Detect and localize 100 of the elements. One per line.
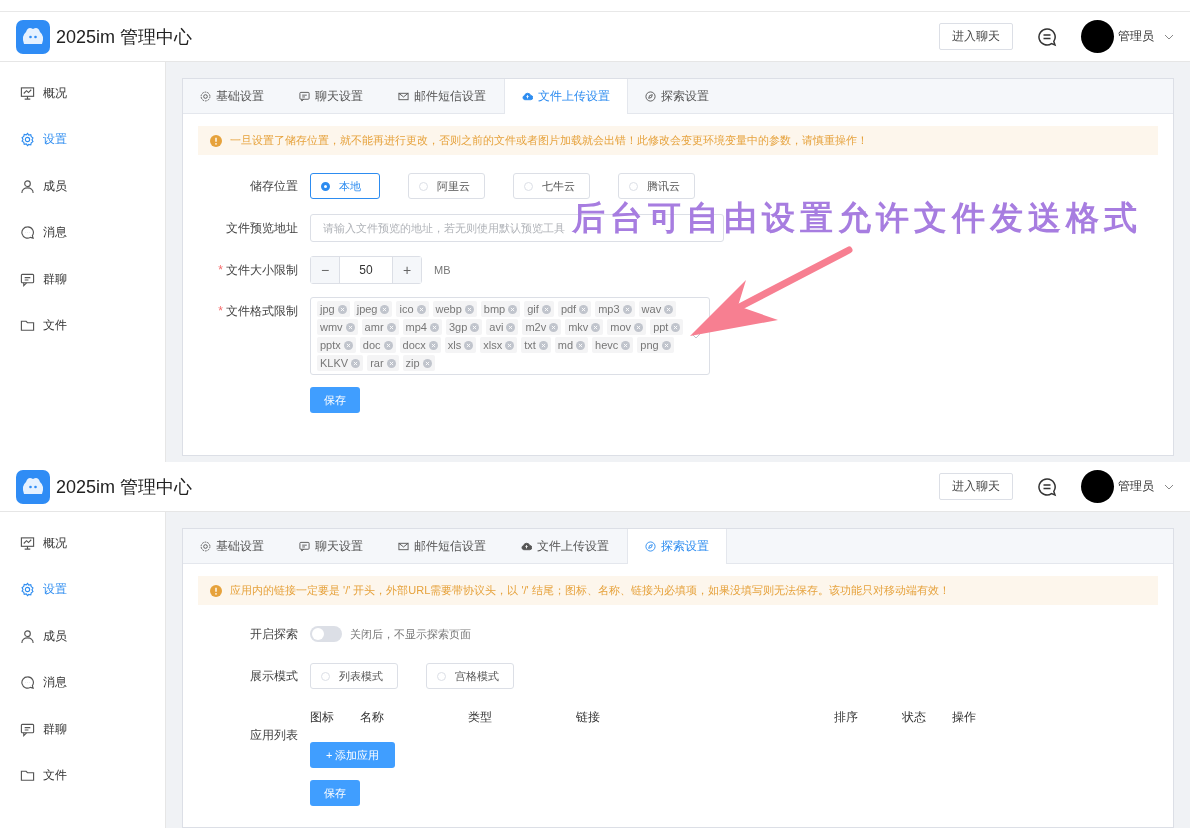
- minus-button[interactable]: −: [311, 257, 339, 283]
- format-tag: zip: [402, 355, 435, 371]
- radio-option[interactable]: 本地: [310, 173, 380, 199]
- close-icon[interactable]: [383, 340, 393, 350]
- close-icon[interactable]: [380, 304, 390, 314]
- close-icon[interactable]: [634, 322, 644, 332]
- format-tag: doc: [359, 337, 396, 353]
- sidebar-item[interactable]: 概况: [0, 78, 165, 108]
- format-tag: pdf: [557, 301, 592, 317]
- sidebar-item[interactable]: 概况: [0, 528, 165, 558]
- enter-chat-button[interactable]: 进入聊天: [939, 23, 1013, 50]
- close-icon[interactable]: [661, 340, 671, 350]
- settings-tab[interactable]: 邮件短信设置: [381, 529, 504, 563]
- column-header: 名称: [360, 709, 385, 726]
- close-icon[interactable]: [664, 304, 674, 314]
- close-icon[interactable]: [549, 322, 559, 332]
- radio-option[interactable]: 宫格模式: [426, 663, 514, 689]
- user-name[interactable]: 管理员: [1118, 28, 1154, 45]
- folder-icon: [20, 318, 35, 333]
- column-header: 链接: [576, 709, 601, 726]
- settings-tab[interactable]: 基础设置: [183, 529, 282, 563]
- close-icon[interactable]: [621, 340, 631, 350]
- speech-bubble-icon: [20, 675, 35, 690]
- sidebar-item[interactable]: 消息: [0, 217, 165, 248]
- avatar[interactable]: [1081, 20, 1114, 53]
- format-tag: mp3: [595, 301, 635, 317]
- format-tag: mkv: [565, 319, 604, 335]
- chat-icon[interactable]: [1037, 26, 1057, 47]
- close-icon[interactable]: [591, 322, 601, 332]
- close-icon[interactable]: [508, 304, 518, 314]
- settings-tab[interactable]: 探索设置: [627, 529, 727, 564]
- sidebar-item[interactable]: 设置: [0, 574, 165, 605]
- tag-select[interactable]: jpg jpeg ico webp bmp gif pdf mp3 wav wmv amr mp4 3gp avi m2v mkv mov ppt pptx doc docx xls xlsx txt md hevc png KLKV rar zip: [310, 297, 710, 375]
- toggle-switch[interactable]: [310, 626, 342, 642]
- close-icon[interactable]: [464, 304, 474, 314]
- sidebar-item[interactable]: 设置: [0, 124, 165, 155]
- format-tag: md: [554, 337, 589, 353]
- radio-option[interactable]: 腾讯云: [618, 173, 695, 199]
- settings-tab[interactable]: 聊天设置: [282, 79, 381, 113]
- settings-tab[interactable]: 文件上传设置: [504, 79, 628, 114]
- number-stepper[interactable]: − 50 +: [310, 256, 422, 284]
- user-name[interactable]: 管理员: [1118, 478, 1154, 495]
- radio-option[interactable]: 阿里云: [408, 173, 485, 199]
- enter-chat-button[interactable]: 进入聊天: [939, 473, 1013, 500]
- close-icon[interactable]: [622, 304, 632, 314]
- close-icon[interactable]: [343, 340, 353, 350]
- sidebar-item[interactable]: 消息: [0, 667, 165, 698]
- close-icon[interactable]: [386, 322, 396, 332]
- format-tag: docx: [399, 337, 441, 353]
- close-icon[interactable]: [541, 304, 551, 314]
- settings-tab[interactable]: 文件上传设置: [504, 529, 627, 563]
- sidebar-item[interactable]: 文件: [0, 760, 165, 791]
- close-icon[interactable]: [505, 340, 515, 350]
- app-title: 2025im 管理中心: [56, 25, 193, 49]
- sidebar-item[interactable]: 成员: [0, 171, 165, 201]
- gear-icon: [20, 132, 35, 147]
- close-icon[interactable]: [506, 322, 516, 332]
- warning-text: 应用内的链接一定要是 '/' 开头，外部URL需要带协议头，以 '/' 结尾；图标、名称、链接为必填项，如果没填写则无法保存。该功能只对移动端有效！: [230, 583, 950, 598]
- close-icon[interactable]: [428, 340, 438, 350]
- close-icon[interactable]: [345, 322, 355, 332]
- gear-icon: [20, 582, 35, 597]
- avatar[interactable]: [1081, 470, 1114, 503]
- person-icon: [20, 628, 35, 644]
- format-tag: gif: [524, 301, 554, 317]
- format-tag: 3gp: [445, 319, 483, 335]
- close-icon[interactable]: [538, 340, 548, 350]
- settings-tab[interactable]: 邮件短信设置: [381, 79, 504, 113]
- format-tag: jpg: [317, 301, 350, 317]
- close-icon[interactable]: [337, 304, 347, 314]
- close-icon[interactable]: [464, 340, 474, 350]
- sidebar-item[interactable]: 群聊: [0, 264, 165, 294]
- settings-tab[interactable]: 探索设置: [628, 79, 727, 113]
- plus-button[interactable]: +: [393, 257, 421, 283]
- format-tag: xls: [444, 337, 477, 353]
- speech-bubble-icon: [20, 225, 35, 240]
- sidebar-item[interactable]: 成员: [0, 621, 165, 651]
- unit-label: MB: [434, 264, 451, 276]
- format-tag: hevc: [592, 337, 634, 353]
- close-icon[interactable]: [429, 322, 439, 332]
- column-header: 排序: [834, 709, 859, 726]
- radio-option[interactable]: 七牛云: [513, 173, 590, 199]
- folder-icon: [20, 768, 35, 783]
- chat-icon[interactable]: [1037, 476, 1057, 497]
- close-icon[interactable]: [470, 322, 480, 332]
- sidebar-item[interactable]: 群聊: [0, 714, 165, 744]
- settings-tab[interactable]: 聊天设置: [282, 529, 381, 563]
- close-icon[interactable]: [579, 304, 589, 314]
- close-icon[interactable]: [386, 358, 396, 368]
- settings-tab[interactable]: 基础设置: [183, 79, 282, 113]
- close-icon[interactable]: [576, 340, 586, 350]
- format-tag: ico: [396, 301, 429, 317]
- caret-icon[interactable]: [1164, 483, 1174, 490]
- close-icon[interactable]: [422, 358, 432, 368]
- caret-icon[interactable]: [1164, 33, 1174, 40]
- close-icon[interactable]: [351, 358, 361, 368]
- app-title: 2025im 管理中心: [56, 475, 193, 499]
- close-icon[interactable]: [671, 322, 681, 332]
- radio-option[interactable]: 列表模式: [310, 663, 398, 689]
- sidebar-item[interactable]: 文件: [0, 310, 165, 341]
- close-icon[interactable]: [416, 304, 426, 314]
